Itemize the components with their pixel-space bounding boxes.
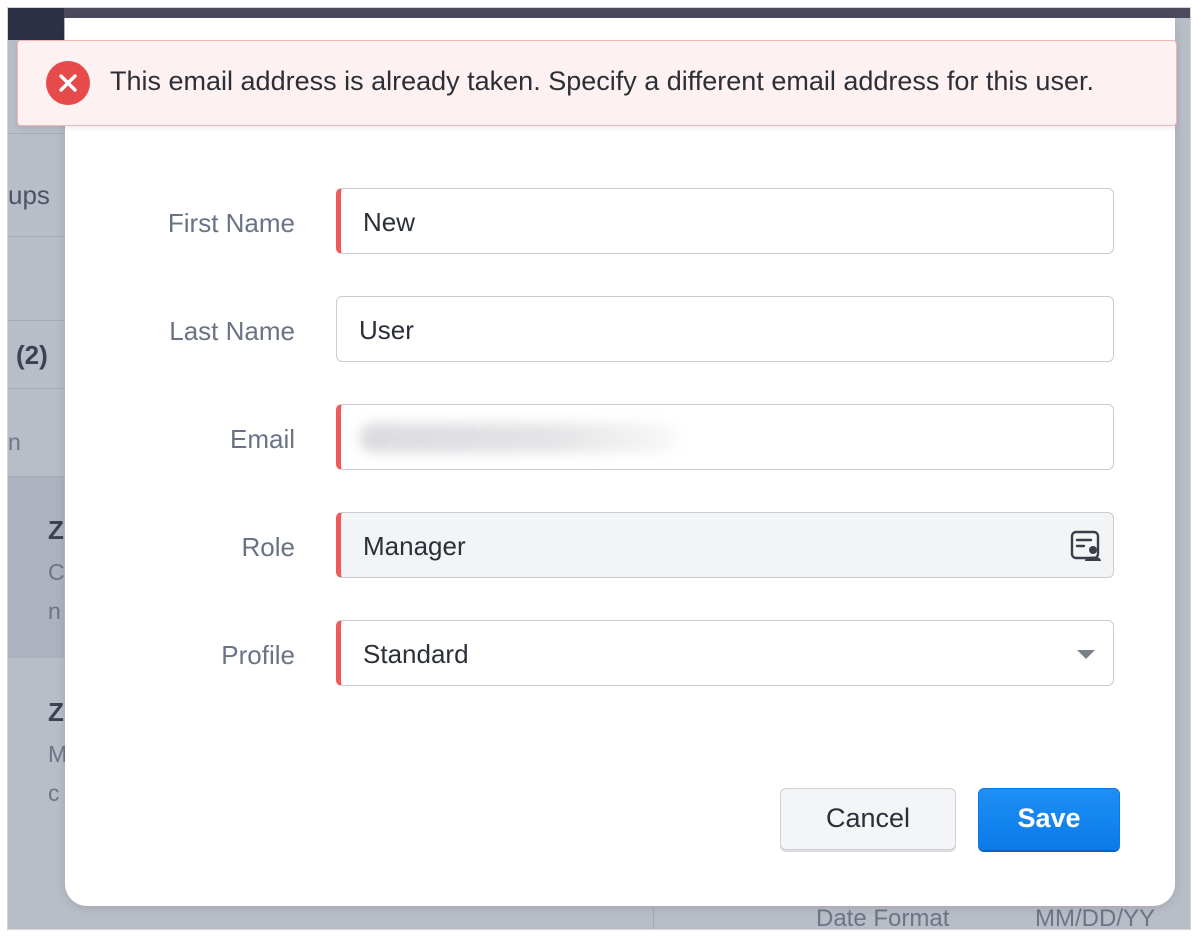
background-date-format-label: Date Format [816, 905, 950, 930]
background-divider [653, 908, 654, 929]
cancel-button[interactable]: Cancel [780, 788, 956, 850]
first-name-label: First Name [167, 208, 295, 238]
background-user-initial: Z [48, 515, 64, 545]
background-count: (2) [16, 340, 48, 370]
background-divider [8, 388, 64, 389]
first-name-field[interactable]: New [336, 188, 1114, 254]
background-text: c [48, 780, 60, 806]
email-value-redacted [359, 423, 679, 453]
email-label: Email [229, 424, 295, 454]
role-value: Manager [363, 531, 466, 561]
background-divider [8, 133, 64, 134]
app-window: ups (2) n Z C n Z M c Date Format MM/DD/… [7, 7, 1191, 930]
last-name-value: User [359, 315, 414, 345]
role-picker-icon[interactable] [1069, 529, 1103, 563]
error-message: This email address is already taken. Spe… [110, 66, 1094, 96]
role-label: Role [241, 532, 295, 562]
profile-label: Profile [221, 640, 295, 670]
background-divider [8, 476, 64, 477]
background-text: n [8, 429, 21, 455]
background-topbar-logo-area [8, 8, 64, 40]
role-field[interactable]: Manager [336, 512, 1114, 578]
background-topbar [8, 8, 1190, 18]
background-divider [8, 236, 64, 237]
email-field[interactable] [336, 404, 1114, 470]
profile-value: Standard [363, 639, 469, 669]
save-button[interactable]: Save [978, 788, 1120, 850]
last-name-label: Last Name [169, 316, 295, 346]
add-user-dialog: First Name New Last Name User Email Role… [65, 18, 1175, 906]
error-icon [46, 61, 90, 105]
background-text: C [48, 559, 65, 585]
background-date-format-value: MM/DD/YY [1035, 905, 1155, 930]
first-name-value: New [363, 207, 416, 237]
error-toast: This email address is already taken. Spe… [17, 40, 1177, 126]
dropdown-caret-icon[interactable] [1077, 650, 1095, 659]
background-groups-tab: ups [8, 180, 50, 210]
background-divider [8, 320, 64, 321]
last-name-field[interactable]: User [336, 296, 1114, 362]
background-user-initial: Z [48, 697, 64, 727]
background-text: n [48, 598, 61, 624]
profile-select[interactable]: Standard [336, 620, 1114, 686]
